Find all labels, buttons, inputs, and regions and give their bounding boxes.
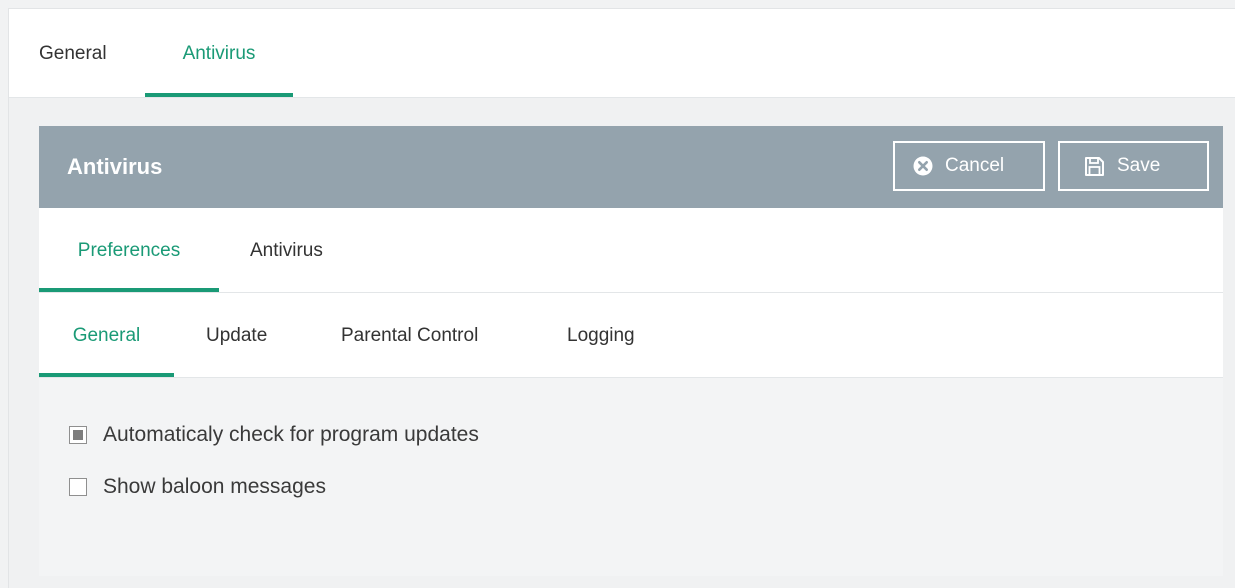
section-tab-bar: General Update Parental Control Logging xyxy=(39,293,1223,378)
balloon-messages-option[interactable]: Show baloon messages xyxy=(69,475,326,499)
panel-title: Antivirus xyxy=(67,154,163,179)
tab-label: Preferences xyxy=(77,240,181,261)
sub-tab-bar: Preferences Antivirus xyxy=(39,208,1223,293)
save-label: Save xyxy=(1117,155,1161,176)
tab-label: General xyxy=(72,325,141,346)
active-tab-indicator xyxy=(39,288,219,292)
tab-logging[interactable]: Logging xyxy=(567,293,635,377)
tab-label: Parental Control xyxy=(341,325,479,346)
auto-update-checkbox[interactable] xyxy=(69,426,87,444)
tab-preferences[interactable]: Preferences xyxy=(39,208,219,292)
cancel-button[interactable]: Cancel xyxy=(893,141,1045,191)
tab-label: Logging xyxy=(567,325,635,346)
x-circle-icon xyxy=(913,156,933,176)
tab-general[interactable]: General xyxy=(39,9,107,97)
floppy-disk-icon xyxy=(1084,156,1105,177)
active-tab-indicator xyxy=(39,373,174,377)
balloon-messages-checkbox[interactable] xyxy=(69,478,87,496)
general-settings: Automaticaly check for program updates S… xyxy=(39,378,1223,576)
tab-label: General xyxy=(39,43,107,64)
top-tab-bar: General Antivirus xyxy=(9,9,1235,98)
tab-antivirus[interactable]: Antivirus xyxy=(145,9,293,97)
tab-label: Antivirus xyxy=(182,43,256,64)
panel-header: Antivirus Cancel Save xyxy=(39,126,1223,208)
tab-label: Update xyxy=(206,325,268,346)
auto-update-option[interactable]: Automaticaly check for program updates xyxy=(69,423,479,447)
antivirus-panel: Antivirus Cancel Save Preferences Antivi… xyxy=(39,126,1223,576)
cancel-label: Cancel xyxy=(945,155,1005,176)
policy-frame: General Antivirus Antivirus Cancel Save … xyxy=(8,8,1235,588)
tab-antivirus-sub[interactable]: Antivirus xyxy=(250,208,323,292)
tab-update[interactable]: Update xyxy=(206,293,267,377)
tab-label: Antivirus xyxy=(250,240,323,261)
option-label: Automaticaly check for program updates xyxy=(103,423,479,446)
option-label: Show baloon messages xyxy=(103,475,326,498)
save-button[interactable]: Save xyxy=(1058,141,1209,191)
active-tab-indicator xyxy=(145,93,293,97)
tab-section-general[interactable]: General xyxy=(39,293,174,377)
tab-parental-control[interactable]: Parental Control xyxy=(341,293,478,377)
